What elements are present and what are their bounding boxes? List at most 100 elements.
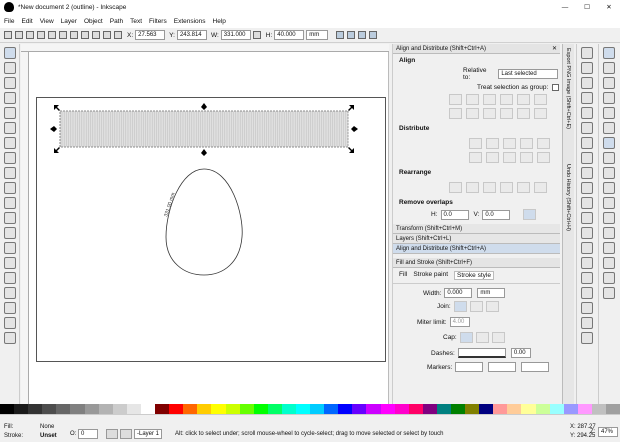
snap-intersections-icon[interactable] xyxy=(603,167,615,179)
treat-group-checkbox[interactable] xyxy=(552,84,560,91)
join-round-icon[interactable] xyxy=(469,301,483,312)
menu-extensions[interactable]: Extensions xyxy=(174,18,206,25)
paste-icon[interactable] xyxy=(581,197,593,209)
flip-horizontal-icon[interactable] xyxy=(59,31,67,39)
redo-icon[interactable] xyxy=(581,152,593,164)
spray-tool-icon[interactable] xyxy=(4,257,16,269)
h-gap-field[interactable]: 0.0 xyxy=(440,209,469,220)
move-gradients-icon[interactable] xyxy=(358,31,367,39)
cut-icon[interactable] xyxy=(581,182,593,194)
distribute-gap-v-icon[interactable] xyxy=(520,152,533,163)
zoom-field[interactable]: 47% xyxy=(598,427,618,437)
palette-swatch[interactable] xyxy=(126,404,141,414)
center-horizontal-axis-icon[interactable] xyxy=(483,108,496,119)
distribute-baseline-v-icon[interactable] xyxy=(537,152,550,163)
ellipse-tool-icon[interactable] xyxy=(4,152,16,164)
palette-swatch[interactable] xyxy=(408,404,423,414)
cap-butt-icon[interactable] xyxy=(459,332,473,343)
opacity-field[interactable]: 0 xyxy=(78,429,98,439)
align-left-edges-icon[interactable] xyxy=(466,94,479,105)
undo-history-tab[interactable]: Undo History (Shift+Ctrl+H) xyxy=(565,164,571,231)
palette-swatch[interactable] xyxy=(112,404,127,414)
palette-swatch[interactable] xyxy=(310,404,325,414)
scale-stroke-icon[interactable] xyxy=(336,31,345,39)
palette-swatch[interactable] xyxy=(479,404,494,414)
join-bevel-icon[interactable] xyxy=(485,301,499,312)
snap-nodes-icon[interactable] xyxy=(603,137,615,149)
palette-swatch[interactable] xyxy=(155,404,170,414)
rotate-cw-icon[interactable] xyxy=(48,31,56,39)
move-patterns-icon[interactable] xyxy=(369,31,378,39)
exchange-clockwise-icon[interactable] xyxy=(500,182,513,193)
palette-swatch[interactable] xyxy=(324,404,339,414)
gradient-tool-icon[interactable] xyxy=(4,302,16,314)
copy-icon[interactable] xyxy=(581,167,593,179)
menu-edit[interactable]: Edit xyxy=(21,18,32,25)
x-field[interactable]: 27.563 xyxy=(135,30,166,40)
palette-swatch[interactable] xyxy=(521,404,536,414)
lower-icon[interactable] xyxy=(103,31,111,39)
palette-swatch[interactable] xyxy=(197,404,212,414)
distribute-left-icon[interactable] xyxy=(469,138,482,149)
palette-swatch[interactable] xyxy=(14,404,29,414)
color-palette[interactable] xyxy=(0,404,620,414)
palette-swatch[interactable] xyxy=(0,404,15,414)
palette-swatch[interactable] xyxy=(98,404,113,414)
measure-tool-icon[interactable] xyxy=(4,107,16,119)
palette-swatch[interactable] xyxy=(366,404,381,414)
enable-snapping-icon[interactable] xyxy=(603,47,615,59)
egg-shape[interactable] xyxy=(165,168,243,276)
exchange-z-order-icon[interactable] xyxy=(483,182,496,193)
exchange-position-icon[interactable] xyxy=(466,182,479,193)
snap-grids-icon[interactable] xyxy=(603,272,615,284)
unclump-icon[interactable] xyxy=(534,182,547,193)
h-field[interactable]: 40.000 xyxy=(274,30,305,40)
distribute-right-icon[interactable] xyxy=(503,138,516,149)
relative-to-select[interactable]: Last selected xyxy=(498,69,558,79)
unit-select[interactable]: mm xyxy=(306,30,329,40)
node-tool-icon[interactable] xyxy=(4,62,16,74)
palette-swatch[interactable] xyxy=(267,404,282,414)
palette-swatch[interactable] xyxy=(507,404,522,414)
canvas-drawing[interactable]: 331.00 mm xyxy=(36,97,388,364)
ungroup-icon[interactable] xyxy=(581,302,593,314)
raise-icon[interactable] xyxy=(92,31,100,39)
stroke-value[interactable]: Unset xyxy=(40,433,57,439)
3d-box-tool-icon[interactable] xyxy=(4,137,16,149)
palette-swatch[interactable] xyxy=(422,404,437,414)
layer-select[interactable]: -Layer 1 xyxy=(134,429,162,439)
lock-layer-icon[interactable] xyxy=(120,429,132,439)
menu-filters[interactable]: Filters xyxy=(149,18,167,25)
menu-layer[interactable]: Layer xyxy=(61,18,77,25)
randomize-centers-icon[interactable] xyxy=(517,182,530,193)
menu-help[interactable]: Help xyxy=(213,18,226,25)
dashes-select[interactable] xyxy=(457,348,506,358)
docked-transform[interactable]: Transform (Shift+Ctrl+M) xyxy=(393,224,560,234)
close-button[interactable]: ✕ xyxy=(598,3,620,11)
width-unit-select[interactable]: mm xyxy=(477,288,506,298)
text-font-icon[interactable] xyxy=(581,332,593,344)
start-marker-select[interactable] xyxy=(455,362,484,372)
menu-view[interactable]: View xyxy=(40,18,54,25)
distribute-baseline-h-icon[interactable] xyxy=(537,138,550,149)
lower-to-bottom-icon[interactable] xyxy=(114,31,122,39)
palette-swatch[interactable] xyxy=(451,404,466,414)
export-icon[interactable] xyxy=(581,122,593,134)
palette-swatch[interactable] xyxy=(183,404,198,414)
palette-swatch[interactable] xyxy=(591,404,607,414)
selector-tool-icon[interactable] xyxy=(4,47,16,59)
palette-swatch[interactable] xyxy=(70,404,85,414)
clone-icon[interactable] xyxy=(581,272,593,284)
select-all-icon[interactable] xyxy=(4,31,12,39)
tab-fill[interactable]: Fill xyxy=(399,271,407,280)
palette-swatch[interactable] xyxy=(563,404,578,414)
raise-to-top-icon[interactable] xyxy=(81,31,89,39)
bucket-tool-icon[interactable] xyxy=(4,287,16,299)
zoom-page-icon[interactable] xyxy=(581,242,593,254)
open-document-icon[interactable] xyxy=(581,62,593,74)
align-baselines-icon[interactable] xyxy=(534,108,547,119)
palette-swatch[interactable] xyxy=(493,404,508,414)
fill-value[interactable]: None xyxy=(40,424,54,430)
end-marker-select[interactable] xyxy=(521,362,550,372)
align-bottom-edge-icon[interactable] xyxy=(449,108,462,119)
